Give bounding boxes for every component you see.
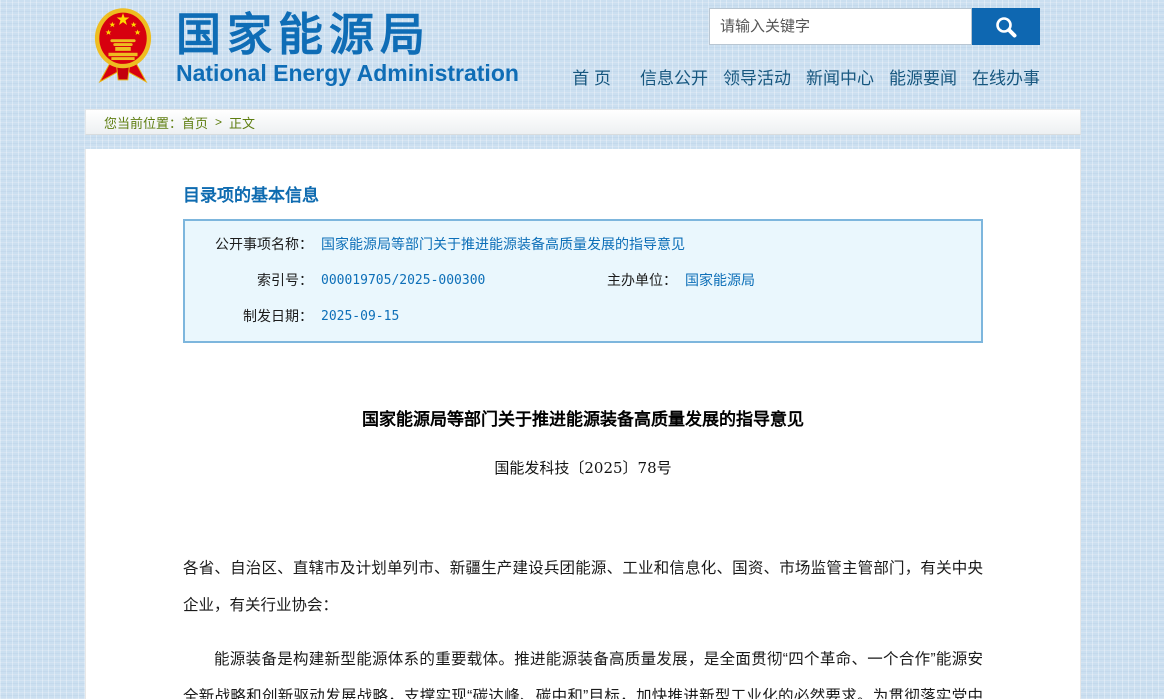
info-date-label: 制发日期：: [185, 306, 313, 326]
info-name-value-link[interactable]: 国家能源局等部门关于推进能源装备高质量发展的指导意见: [321, 234, 685, 254]
info-org-label: 主办单位：: [602, 270, 677, 290]
info-row-index-org: 索引号： 000019705/2025-000300 主办单位： 国家能源局: [185, 262, 981, 298]
breadcrumb-home-link[interactable]: 首页: [182, 113, 208, 132]
site-title-block: 国家能源局 National Energy Administration: [176, 10, 519, 86]
main-content: 目录项的基本信息 公开事项名称： 国家能源局等部门关于推进能源装备高质量发展的指…: [85, 149, 1081, 699]
info-org-value-link[interactable]: 国家能源局: [685, 270, 755, 290]
nav-item-home[interactable]: 首 页: [572, 64, 611, 89]
national-emblem-logo: [92, 6, 154, 86]
search-button[interactable]: [972, 8, 1040, 45]
breadcrumb-prefix: 您当前位置：: [104, 113, 182, 132]
article-paragraph: 能源装备是构建新型能源体系的重要载体。推进能源装备高质量发展，是全面贯彻“四个革…: [183, 641, 983, 699]
nav-item-info-disclosure[interactable]: 信息公开: [640, 64, 708, 89]
info-name-label: 公开事项名称：: [185, 234, 313, 254]
nav-item-online-services[interactable]: 在线办事: [972, 64, 1040, 89]
site-header: 国家能源局 National Energy Administration 首 页…: [0, 0, 1164, 100]
nav-item-energy-news[interactable]: 能源要闻: [889, 64, 957, 89]
info-index-value: 000019705/2025-000300: [321, 273, 602, 288]
article-body: 各省、自治区、直辖市及计划单列市、新疆生产建设兵团能源、工业和信息化、国资、市场…: [183, 550, 983, 699]
info-row-name: 公开事项名称： 国家能源局等部门关于推进能源装备高质量发展的指导意见: [185, 226, 981, 262]
breadcrumb: 您当前位置： 首页 > 正文: [85, 109, 1081, 135]
article-paragraph: 各省、自治区、直辖市及计划单列市、新疆生产建设兵团能源、工业和信息化、国资、市场…: [183, 550, 983, 624]
info-index-label: 索引号：: [185, 270, 313, 290]
info-row-date: 制发日期： 2025-09-15: [185, 298, 981, 334]
breadcrumb-separator: >: [215, 115, 222, 129]
nav-item-news-center[interactable]: 新闻中心: [806, 64, 874, 89]
article-title: 国家能源局等部门关于推进能源装备高质量发展的指导意见: [183, 405, 983, 430]
search-icon: [993, 14, 1019, 40]
info-date-value: 2025-09-15: [321, 309, 399, 324]
site-title-en: National Energy Administration: [176, 60, 519, 86]
breadcrumb-current: 正文: [229, 113, 255, 132]
main-nav: 首 页 信息公开 领导活动 新闻中心 能源要闻 在线办事: [572, 64, 1040, 89]
directory-info-box: 公开事项名称： 国家能源局等部门关于推进能源装备高质量发展的指导意见 索引号： …: [183, 219, 983, 343]
site-title-cn: 国家能源局: [176, 10, 519, 60]
article-doc-number: 国能发科技〔2025〕78号: [183, 457, 983, 478]
nav-item-leadership[interactable]: 领导活动: [723, 64, 791, 89]
search-input[interactable]: [709, 8, 972, 45]
section-heading: 目录项的基本信息: [183, 149, 983, 206]
search-area: [709, 8, 1040, 45]
